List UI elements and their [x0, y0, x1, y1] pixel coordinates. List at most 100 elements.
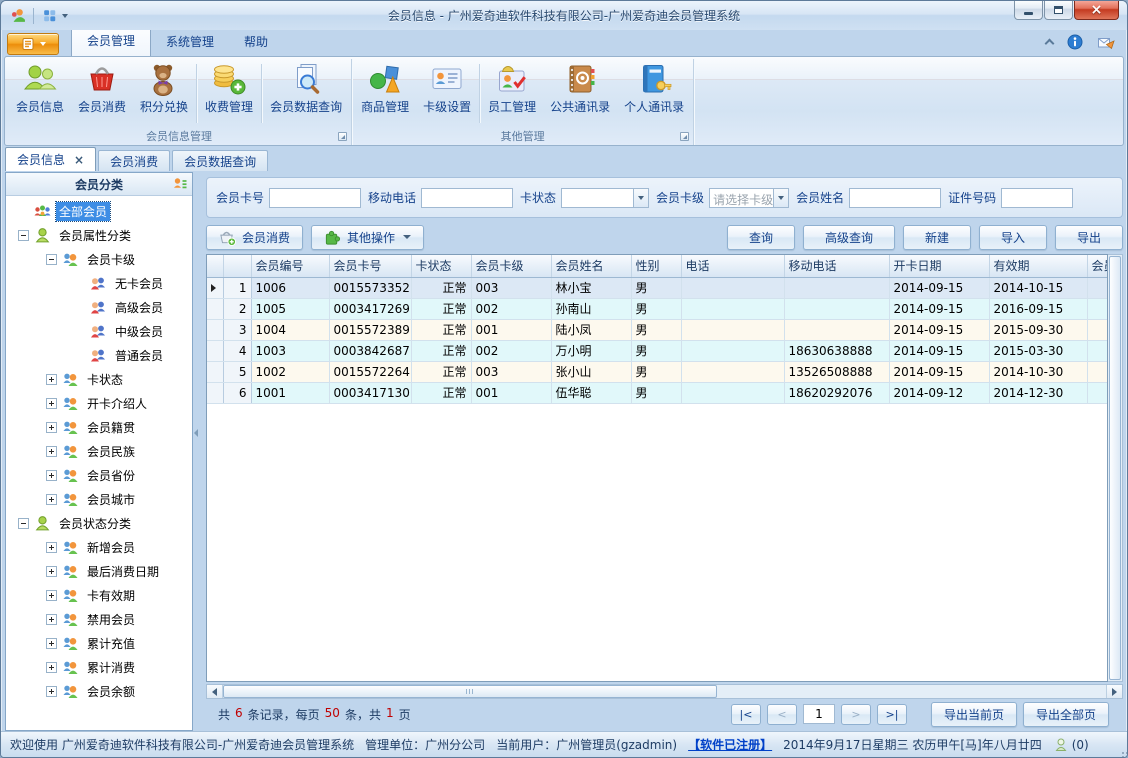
- grid-cell[interactable]: 林小宝: [551, 277, 632, 299]
- grid-cell[interactable]: 0015572264: [329, 361, 412, 383]
- grid-cell[interactable]: [681, 298, 785, 320]
- quick-access-toolbar-button[interactable]: [41, 7, 68, 24]
- grid-cell[interactable]: 男: [631, 340, 682, 362]
- grid-cell[interactable]: 陆小凤: [551, 319, 632, 341]
- resize-grip-icon[interactable]: [1122, 752, 1124, 754]
- column-header[interactable]: 会员卡号: [329, 255, 412, 278]
- collapse-icon[interactable]: [18, 517, 29, 529]
- tree-item-status-category[interactable]: 会员状态分类: [6, 511, 192, 535]
- grid-cell[interactable]: 孙南山: [551, 298, 632, 320]
- tree-item-card-introducer[interactable]: 开卡介绍人: [6, 391, 192, 415]
- grid-cell[interactable]: 万小明: [551, 340, 632, 362]
- doc-tab-member-data-query[interactable]: 会员数据查询: [172, 150, 269, 171]
- tree-item-member-origin[interactable]: 会员籍贯: [6, 415, 192, 439]
- doc-tab-member-info[interactable]: 会员信息 ×: [5, 147, 97, 171]
- tree-item-all-members[interactable]: 全部会员: [6, 199, 192, 223]
- grid-cell[interactable]: 2014-09-15: [889, 277, 990, 299]
- grid-cell[interactable]: 18620292076: [784, 382, 890, 404]
- ribbon-tab-help[interactable]: 帮助: [229, 28, 283, 56]
- sidebar-splitter[interactable]: [193, 172, 199, 731]
- column-header[interactable]: 会员姓名: [551, 255, 632, 278]
- grid-cell[interactable]: [1087, 340, 1107, 362]
- grid-cell[interactable]: 2014-12-30: [989, 382, 1088, 404]
- personal-contacts-button[interactable]: 个人通讯录: [617, 60, 691, 115]
- card-level-select[interactable]: 请选择卡级: [709, 187, 790, 208]
- member-info-button[interactable]: 会员信息: [9, 60, 71, 115]
- grid-cell[interactable]: [681, 340, 785, 362]
- grid-cell[interactable]: 1001: [251, 382, 330, 404]
- table-row[interactable]: 3 1004 0015572389 正常 001 陆小凤 男 2014-09-1…: [207, 319, 1107, 341]
- grid-cell[interactable]: [1087, 277, 1107, 299]
- expand-icon[interactable]: [46, 565, 57, 577]
- grid-cell[interactable]: 0015572389: [329, 319, 412, 341]
- next-page-button[interactable]: >: [840, 703, 871, 725]
- column-header[interactable]: 移动电话: [784, 255, 890, 278]
- category-settings-icon[interactable]: [172, 176, 188, 192]
- tree-item-attribute-category[interactable]: 会员属性分类: [6, 223, 192, 247]
- collapse-icon[interactable]: [46, 253, 57, 265]
- grid-cell[interactable]: 男: [631, 382, 682, 404]
- previous-page-button[interactable]: <: [766, 703, 797, 725]
- grid-cell[interactable]: 正常: [411, 361, 472, 383]
- page-number-input[interactable]: [802, 704, 835, 724]
- table-row[interactable]: 4 1003 0003842687 正常 002 万小明 男 186306388…: [207, 340, 1107, 362]
- grid-cell[interactable]: [1087, 319, 1107, 341]
- goods-management-button[interactable]: 商品管理: [354, 60, 416, 115]
- grid-cell[interactable]: [681, 361, 785, 383]
- grid-cell[interactable]: 伍华聪: [551, 382, 632, 404]
- grid-cell[interactable]: [681, 382, 785, 404]
- chevron-down-icon[interactable]: [773, 188, 789, 207]
- table-row[interactable]: 1 1006 0015573352 正常 003 林小宝 男 2014-09-1…: [207, 277, 1107, 299]
- grid-cell[interactable]: [1087, 298, 1107, 320]
- grid-cell[interactable]: 2014-10-15: [989, 277, 1088, 299]
- grid-cell[interactable]: 张小山: [551, 361, 632, 383]
- chevron-down-icon[interactable]: [633, 188, 649, 207]
- grid-cell[interactable]: 男: [631, 298, 682, 320]
- grid-cell[interactable]: [784, 277, 890, 299]
- collapse-icon[interactable]: [18, 229, 29, 241]
- grid-cell[interactable]: 2014-09-15: [889, 340, 990, 362]
- expand-icon[interactable]: [46, 685, 57, 697]
- vertical-scrollbar[interactable]: [1108, 254, 1123, 682]
- grid-cell[interactable]: 2014-10-30: [989, 361, 1088, 383]
- card-status-select[interactable]: [561, 187, 650, 208]
- grid-cell[interactable]: 1006: [251, 277, 330, 299]
- grid-cell[interactable]: 1002: [251, 361, 330, 383]
- expand-icon[interactable]: [46, 541, 57, 553]
- id-number-input[interactable]: [1001, 187, 1074, 208]
- tree-item-last-consume-date[interactable]: 最后消费日期: [6, 559, 192, 583]
- expand-icon[interactable]: [46, 589, 57, 601]
- software-registered-link[interactable]: 【软件已注册】: [688, 736, 772, 753]
- tree-item-senior-member[interactable]: 高级会员: [6, 295, 192, 319]
- column-header[interactable]: 电话: [681, 255, 785, 278]
- column-header[interactable]: 有效期: [989, 255, 1088, 278]
- grid-cell[interactable]: 001: [471, 319, 552, 341]
- expand-icon[interactable]: [46, 613, 57, 625]
- grid-cell[interactable]: 13526508888: [784, 361, 890, 383]
- staff-management-button[interactable]: 员工管理: [481, 60, 543, 115]
- expand-icon[interactable]: [46, 445, 57, 457]
- column-header[interactable]: 会员: [1087, 255, 1107, 278]
- tree-item-disabled-members[interactable]: 禁用会员: [6, 607, 192, 631]
- feedback-send-icon[interactable]: [1097, 34, 1115, 50]
- tree-item-card-validity[interactable]: 卡有效期: [6, 583, 192, 607]
- grid-cell[interactable]: 2014-09-15: [889, 361, 990, 383]
- grid-cell[interactable]: 男: [631, 319, 682, 341]
- expand-icon[interactable]: [46, 397, 57, 409]
- expand-icon[interactable]: [46, 469, 57, 481]
- grid-cell[interactable]: 2015-09-30: [989, 319, 1088, 341]
- first-page-button[interactable]: |<: [730, 703, 761, 725]
- other-operations-button[interactable]: 其他操作: [311, 224, 425, 250]
- grid-cell[interactable]: 男: [631, 277, 682, 299]
- close-tab-icon[interactable]: ×: [74, 154, 84, 166]
- grid-cell[interactable]: 正常: [411, 319, 472, 341]
- grid-cell[interactable]: 0003417269: [329, 298, 412, 320]
- app-menu-button[interactable]: [7, 33, 59, 55]
- grid-cell[interactable]: 正常: [411, 277, 472, 299]
- grid-cell[interactable]: [681, 319, 785, 341]
- advanced-query-button[interactable]: 高级查询: [803, 224, 895, 250]
- scroll-right-button[interactable]: [1106, 685, 1122, 698]
- tree-item-member-ethnicity[interactable]: 会员民族: [6, 439, 192, 463]
- grid-cell[interactable]: 1004: [251, 319, 330, 341]
- horizontal-scrollbar-thumb[interactable]: [223, 685, 718, 698]
